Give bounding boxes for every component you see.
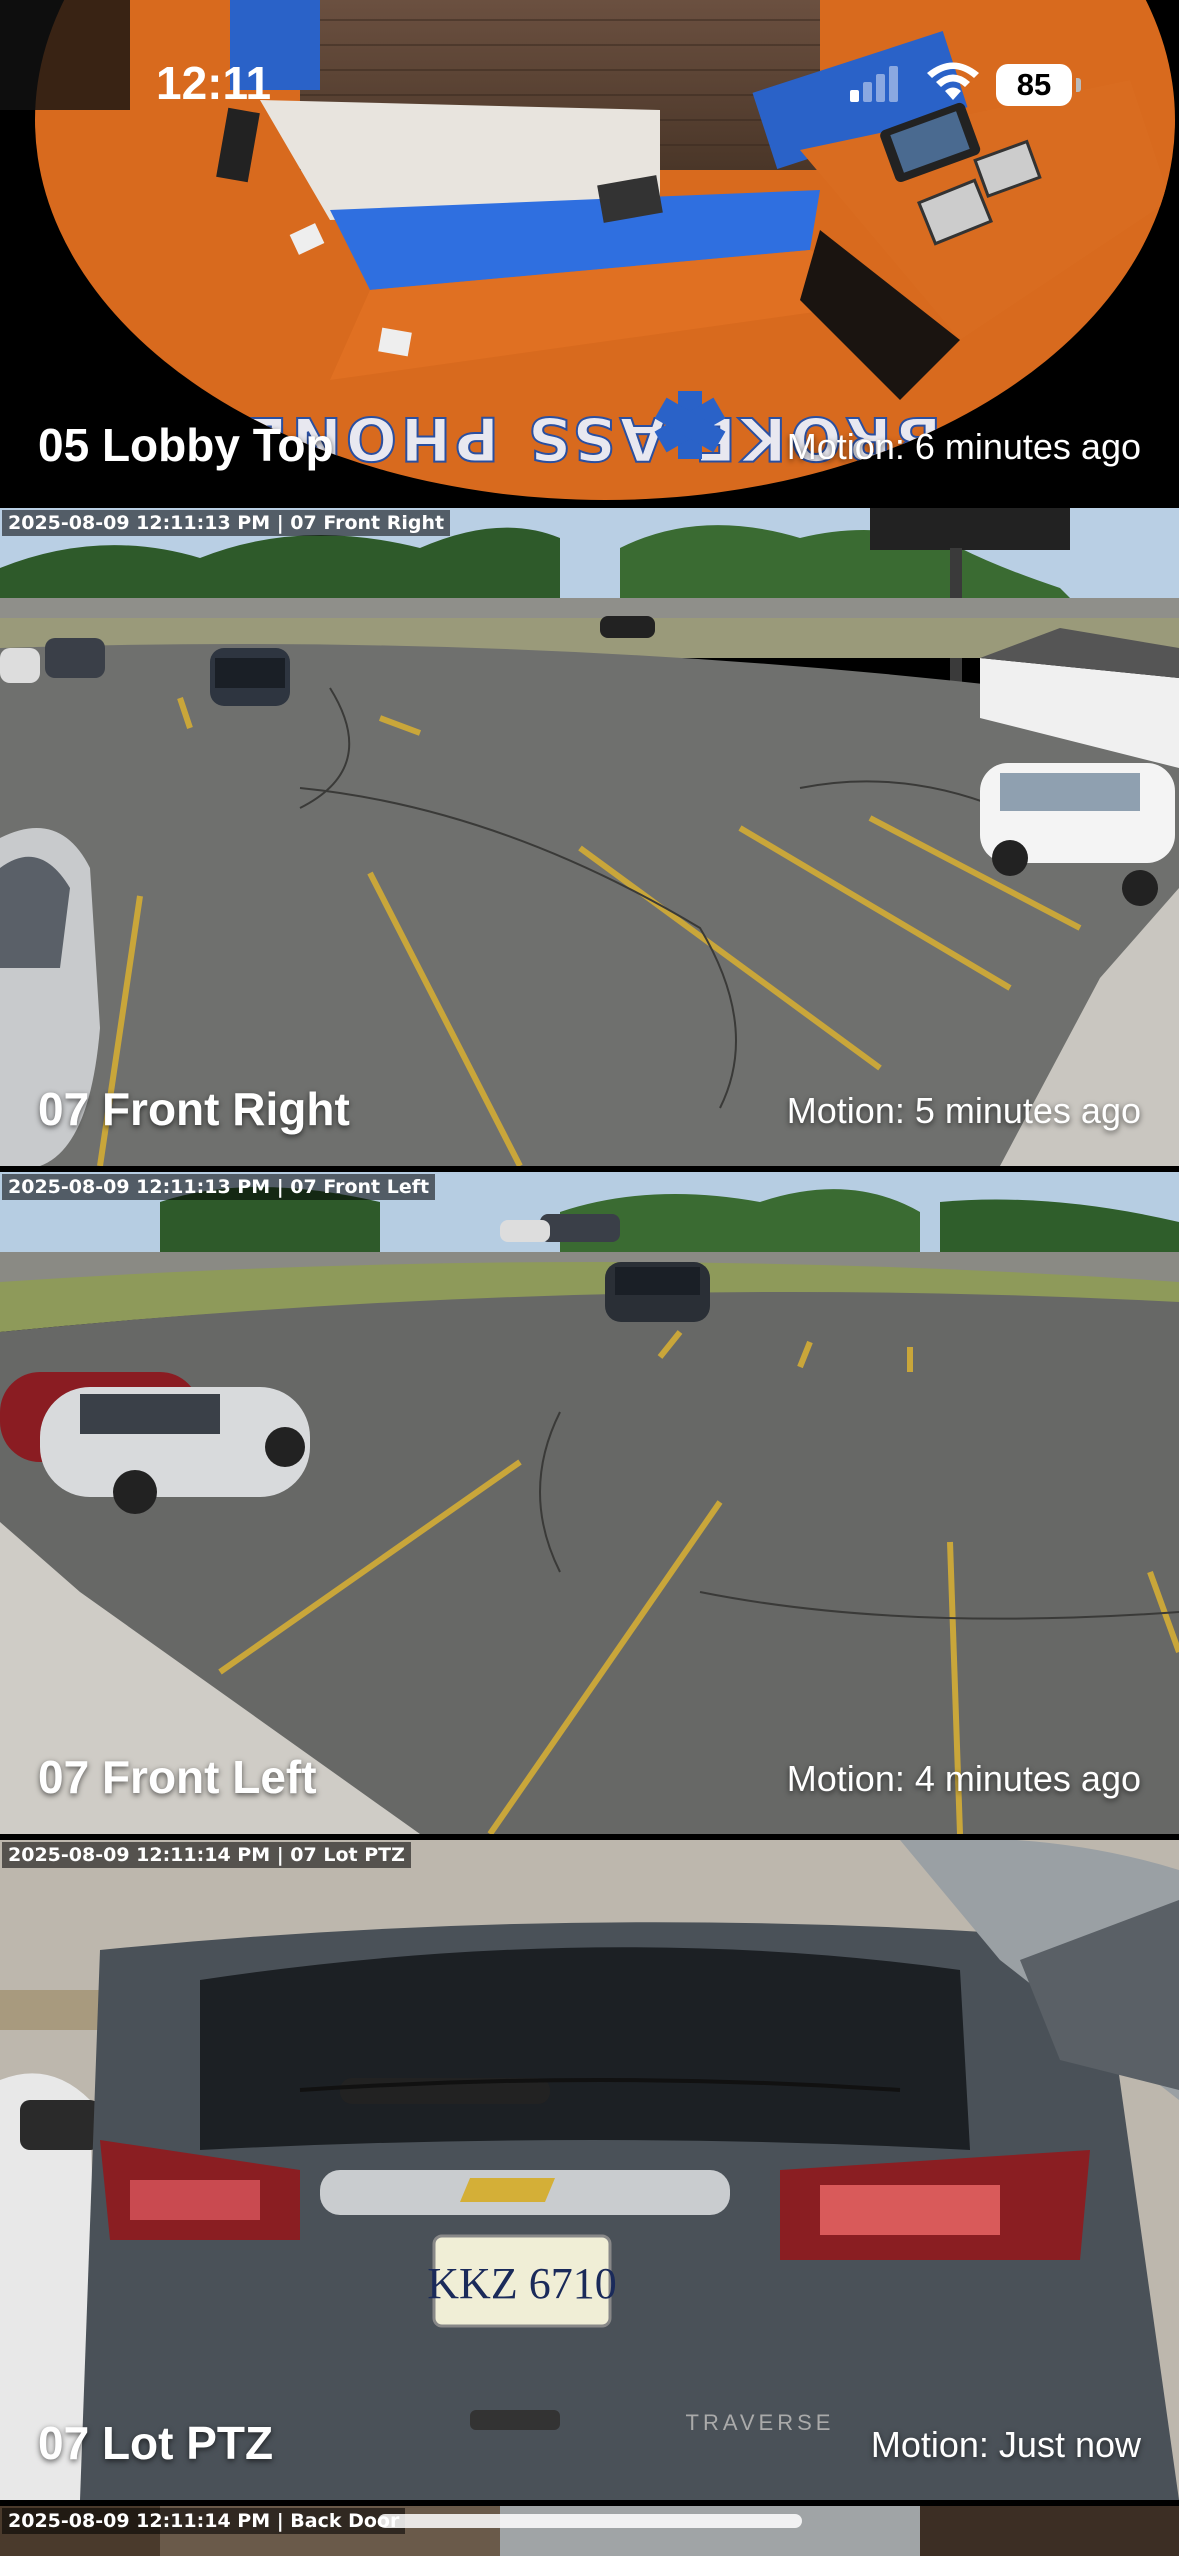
front-right-camera-image	[0, 508, 1179, 1166]
timestamp-overlay: 2025-08-09 12:11:14 PM | Back Door	[2, 2508, 406, 2534]
camera-feed-lot-ptz[interactable]: KKZ 6710 TRAVERSE 2025-08-09 12:11:14 PM…	[0, 1840, 1179, 2500]
timestamp-overlay: 2025-08-09 12:11:13 PM | 07 Front Right	[2, 510, 451, 536]
camera-feed-front-right[interactable]: 2025-08-09 12:11:13 PM | 07 Front Right …	[0, 508, 1179, 1166]
battery-cap	[1076, 78, 1081, 92]
camera-name: 07 Front Right	[38, 1083, 350, 1135]
cellular-signal-icon	[850, 66, 898, 102]
motion-status: Motion: 6 minutes ago	[786, 426, 1141, 467]
wifi-icon	[927, 62, 979, 100]
license-plate: KKZ 6710	[427, 2259, 616, 2308]
camera-feed-front-left[interactable]: 2025-08-09 12:11:13 PM | 07 Front Left 0…	[0, 1172, 1179, 1834]
battery-indicator: 85	[996, 64, 1072, 106]
motion-status: Motion: Just now	[870, 2424, 1141, 2465]
timestamp-overlay: 2025-08-09 12:11:14 PM | 07 Lot PTZ	[2, 1842, 411, 1868]
status-time: 12:11	[156, 57, 272, 109]
lot-ptz-camera-image: KKZ 6710 TRAVERSE	[0, 1840, 1179, 2500]
status-bar: 12:11 85	[0, 0, 1179, 120]
camera-name: 07 Front Left	[38, 1751, 317, 1803]
motion-status: Motion: 4 minutes ago	[786, 1758, 1141, 1799]
camera-name: 05 Lobby Top	[38, 419, 334, 471]
timestamp-overlay: 2025-08-09 12:11:13 PM | 07 Front Left	[2, 1174, 436, 1200]
home-indicator[interactable]	[378, 2514, 802, 2528]
camera-name: 07 Lot PTZ	[38, 2417, 274, 2469]
motion-status: Motion: 5 minutes ago	[786, 1090, 1141, 1131]
front-left-camera-image	[0, 1172, 1179, 1834]
vehicle-badge: TRAVERSE	[686, 2410, 835, 2435]
